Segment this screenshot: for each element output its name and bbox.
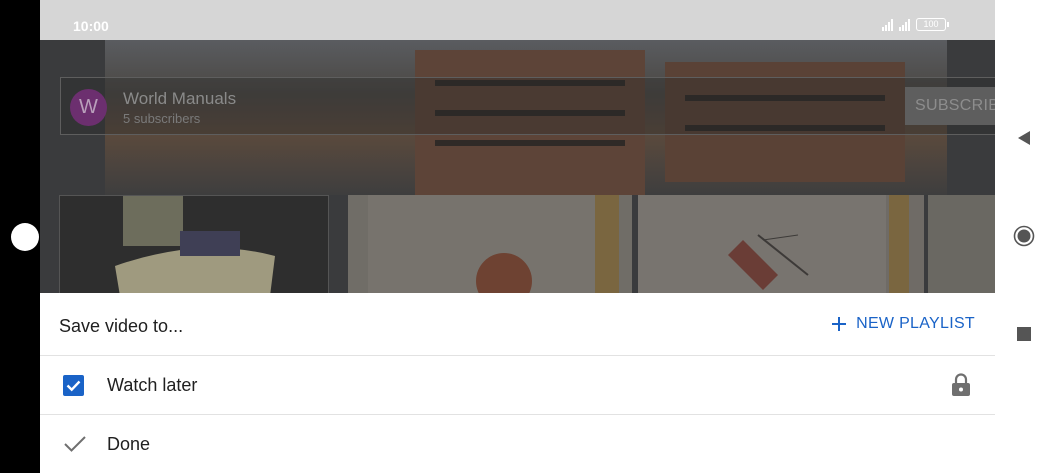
status-icons: 100 xyxy=(882,17,949,31)
battery-icon: 100 xyxy=(916,18,949,31)
navigation-bar xyxy=(995,0,1052,473)
back-button[interactable] xyxy=(995,118,1052,158)
channel-subscriber-count: 5 subscribers xyxy=(123,111,201,126)
signal-icon xyxy=(899,19,910,31)
new-playlist-label: NEW PLAYLIST xyxy=(856,315,975,332)
thumbnail-edge xyxy=(889,195,909,293)
camera-dot-icon xyxy=(11,223,39,251)
sheet-title: Save video to... xyxy=(59,316,184,336)
device-screen: 10:00 100 W World Manuals 5 subscribers … xyxy=(0,0,1052,473)
status-bar: 10:00 100 xyxy=(0,0,995,40)
lock-icon xyxy=(950,372,972,403)
new-playlist-button[interactable]: NEW PLAYLIST xyxy=(832,315,975,333)
banner-window-row xyxy=(435,140,625,146)
boat-illustration xyxy=(115,196,275,293)
done-button[interactable]: Done xyxy=(40,415,995,473)
home-icon xyxy=(1013,225,1034,247)
signal-icon xyxy=(882,19,893,31)
home-button[interactable] xyxy=(995,216,1052,256)
channel-header[interactable]: W World Manuals 5 subscribers SUBSCRIBE xyxy=(60,77,995,135)
video-thumbnail[interactable] xyxy=(638,195,924,293)
playlist-item-watch-later[interactable]: Watch later xyxy=(40,356,995,414)
diagram-image xyxy=(728,234,809,290)
playlist-item-label: Watch later xyxy=(107,375,198,395)
back-icon xyxy=(1017,131,1030,145)
channel-name: World Manuals xyxy=(123,89,237,108)
check-icon xyxy=(66,380,81,392)
device-left-edge xyxy=(0,0,40,473)
subscribe-button[interactable]: SUBSCRIBE xyxy=(905,87,995,125)
video-thumbnail[interactable] xyxy=(348,195,632,293)
plus-icon xyxy=(832,317,847,331)
channel-page-background: W World Manuals 5 subscribers SUBSCRIBE xyxy=(40,40,995,293)
done-check-icon xyxy=(63,435,87,458)
checkbox[interactable] xyxy=(63,375,84,396)
channel-avatar[interactable]: W xyxy=(70,89,107,126)
done-label: Done xyxy=(107,434,151,454)
video-thumbnail[interactable] xyxy=(928,195,995,293)
recents-icon xyxy=(1016,327,1031,341)
save-video-sheet: Save video to... NEW PLAYLIST Watch late… xyxy=(40,293,995,473)
recents-button[interactable] xyxy=(995,314,1052,354)
video-thumbnail[interactable] xyxy=(59,195,329,293)
thumbnail-edge xyxy=(595,195,619,293)
status-time: 10:00 xyxy=(73,18,109,34)
